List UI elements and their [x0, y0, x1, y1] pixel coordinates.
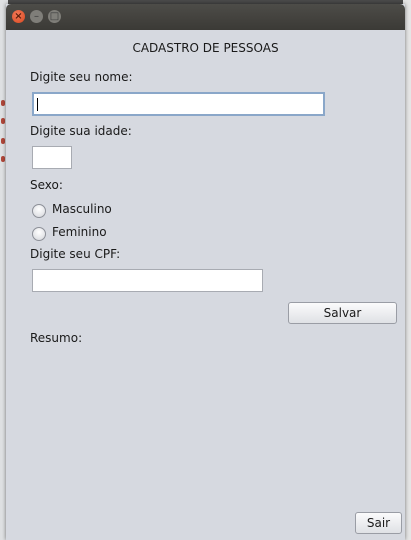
window-titlebar[interactable]: × – □	[6, 4, 405, 30]
background-marker	[1, 156, 5, 162]
form-heading: CADASTRO DE PESSOAS	[132, 41, 279, 55]
summary-label: Resumo:	[30, 331, 83, 345]
age-label: Digite sua idade:	[30, 124, 132, 138]
text-caret	[37, 98, 38, 111]
save-button[interactable]: Salvar	[288, 302, 397, 324]
maximize-icon: □	[49, 11, 60, 22]
minimize-icon: –	[34, 11, 39, 22]
form-panel: CADASTRO DE PESSOAS Digite seu nome: Dig…	[6, 30, 405, 540]
cadastro-window: × – □ CADASTRO DE PESSOAS Digite seu nom…	[6, 4, 405, 540]
window-maximize-button[interactable]: □	[48, 10, 61, 23]
radio-feminino[interactable]	[32, 227, 46, 241]
sex-label: Sexo:	[30, 178, 63, 192]
background-marker	[1, 138, 5, 144]
radio-feminino-label[interactable]: Feminino	[52, 225, 107, 239]
age-input[interactable]	[32, 146, 72, 169]
background-marker	[1, 100, 5, 106]
cpf-input[interactable]	[32, 269, 263, 292]
radio-masculino-label[interactable]: Masculino	[52, 202, 112, 216]
window-close-button[interactable]: ×	[12, 10, 25, 23]
name-input[interactable]	[32, 92, 325, 116]
name-label: Digite seu nome:	[30, 70, 133, 84]
window-minimize-button[interactable]: –	[30, 10, 43, 23]
background-marker	[1, 118, 5, 124]
radio-masculino[interactable]	[32, 204, 46, 218]
cpf-label: Digite seu CPF:	[30, 247, 121, 261]
close-icon: ×	[14, 11, 23, 22]
exit-button[interactable]: Sair	[355, 512, 402, 534]
